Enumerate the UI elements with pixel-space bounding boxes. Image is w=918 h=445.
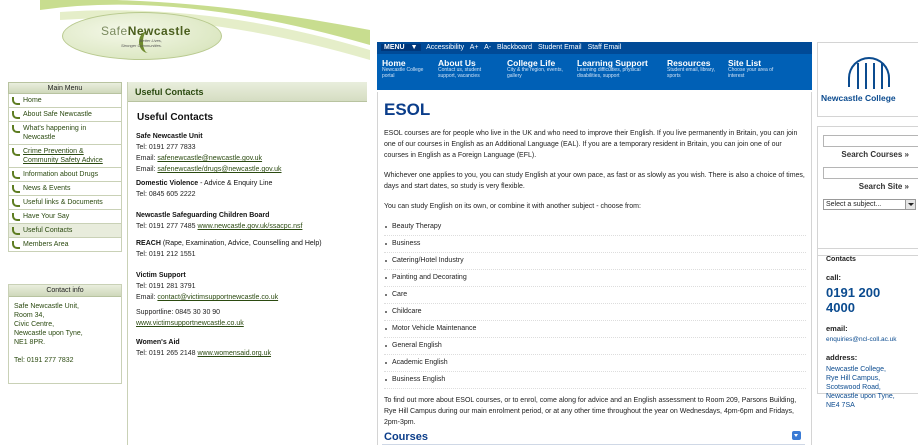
main-menu: Main Menu Home About Safe Newcastle What… <box>8 82 122 252</box>
nav-resources[interactable]: Resources Student email, library, sports <box>667 59 715 79</box>
contact-info-body: Safe Newcastle Unit, Room 34, Civic Cent… <box>9 297 121 370</box>
right-sidebar: Newcastle College Search Courses » Searc… <box>817 42 918 445</box>
list-item: Business English <box>384 372 806 389</box>
nav-college-life[interactable]: College Life City & the region, events, g… <box>507 59 563 79</box>
subject-select[interactable]: Select a subject... <box>823 199 916 210</box>
logo-tagline: Better Lives, Stronger Communities. <box>121 38 162 48</box>
contact-info-box: Contact info Safe Newcastle Unit, Room 3… <box>8 284 122 384</box>
subject-list: Beauty Therapy Business Catering/Hotel I… <box>384 219 806 389</box>
accessibility-link[interactable]: Accessibility <box>426 44 464 51</box>
email-link[interactable]: contact@victimsupportnewcastle.co.uk <box>157 294 278 301</box>
search-courses-input[interactable] <box>823 135 918 147</box>
list-item: Care <box>384 287 806 304</box>
list-item: Childcare <box>384 304 806 321</box>
list-item: Beauty Therapy <box>384 219 806 236</box>
expand-courses-icon[interactable] <box>792 431 801 440</box>
search-site-button[interactable]: Search Site » <box>823 182 913 191</box>
chevron-down-icon <box>905 200 915 209</box>
top-menubar: MENU ▼ Accessibility A+ A- Blackboard St… <box>377 42 812 54</box>
web-link[interactable]: www.womensaid.org.uk <box>198 350 272 357</box>
web-link[interactable]: www.newcastle.gov.uk/ssacpc.nsf <box>198 223 303 230</box>
enrol-paragraph: To find out more about ESOL courses, or … <box>384 397 797 426</box>
menu-item-drugs[interactable]: Information about Drugs <box>8 168 122 182</box>
main-menu-title: Main Menu <box>8 82 122 94</box>
menu-button[interactable]: MENU ▼ <box>381 44 421 51</box>
menu-item-about[interactable]: About Safe Newcastle <box>8 108 122 122</box>
page-title: Useful Contacts <box>137 112 214 123</box>
search-courses-button[interactable]: Search Courses » <box>823 150 913 159</box>
staff-email-link[interactable]: Staff Email <box>588 44 622 51</box>
web-link[interactable]: www.victimsupportnewcastle.co.uk <box>136 318 359 329</box>
contacts-panel: Contacts call: 0191 200 4000 email: enqu… <box>817 248 918 409</box>
safe-newcastle-logo[interactable]: SafeNewcastle Better Lives, Stronger Comm… <box>62 12 222 60</box>
menu-item-news[interactable]: News & Events <box>8 182 122 196</box>
menu-item-whats-happening[interactable]: What's happening in Newcastle <box>8 122 122 145</box>
menu-item-crime-prevention[interactable]: Crime Prevention & Community Safety Advi… <box>8 145 122 168</box>
arch-logo-icon <box>848 57 890 89</box>
email-link[interactable]: enquiries@ncl-coll.ac.uk <box>826 336 910 343</box>
text-smaller-link[interactable]: A- <box>484 44 491 51</box>
contact-info-tel: Tel: 0191 277 7832 <box>14 357 74 364</box>
nav-site-list[interactable]: Site List Choose your area of interest <box>728 59 780 79</box>
menu-item-useful-contacts[interactable]: Useful Contacts <box>8 224 122 238</box>
courses-heading: Courses <box>384 431 429 443</box>
list-item: Motor Vehicle Maintenance <box>384 321 806 338</box>
search-panel: Search Courses » Search Site » Select a … <box>817 126 918 256</box>
useful-contacts-header: Useful Contacts <box>128 82 367 102</box>
main-navbar: Home Newcastle College portal About Us Con… <box>377 54 812 90</box>
nav-home[interactable]: Home Newcastle College portal <box>382 59 426 79</box>
menu-item-members[interactable]: Members Area <box>8 238 122 252</box>
student-email-link[interactable]: Student Email <box>538 44 582 51</box>
snc-header: SafeNewcastle Better Lives, Stronger Comm… <box>0 0 370 80</box>
email-link[interactable]: safenewcastle@newcastle.gov.uk <box>157 155 262 162</box>
address: Newcastle College, Rye Hill Campus, Scot… <box>826 366 895 409</box>
blackboard-link[interactable]: Blackboard <box>497 44 532 51</box>
list-item: Catering/Hotel Industry <box>384 253 806 270</box>
text-larger-link[interactable]: A+ <box>470 44 479 51</box>
email-link[interactable]: safenewcastle/drugs@newcastle.gov.uk <box>157 166 281 173</box>
useful-contacts-body: Useful Contacts Safe Newcastle Unit Tel:… <box>128 102 367 367</box>
flexibility-paragraph: Whichever one applies to you, you can st… <box>384 172 805 190</box>
nav-learning-support[interactable]: Learning Support Learning difficulties, p… <box>577 59 665 79</box>
menu-item-have-your-say[interactable]: Have Your Say <box>8 210 122 224</box>
subjects-intro: You can study English on its own, or com… <box>384 203 641 210</box>
newcastle-college-logo[interactable]: Newcastle College <box>817 42 918 117</box>
list-item: Business <box>384 236 806 253</box>
list-item: Painting and Decorating <box>384 270 806 287</box>
menu-item-useful-links[interactable]: Useful links & Documents <box>8 196 122 210</box>
phone-number: 0191 200 4000 <box>826 285 881 315</box>
contact-info-title: Contact info <box>9 285 121 297</box>
logo-name: Newcastle College <box>821 93 896 103</box>
logo-text: SafeNewcastle <box>101 24 191 38</box>
useful-contacts-panel: Useful Contacts Useful Contacts Safe New… <box>127 82 367 445</box>
esol-title: ESOL <box>384 100 431 119</box>
menu-item-home[interactable]: Home <box>8 94 122 108</box>
nav-about-us[interactable]: About Us Contact us, student support, vac… <box>438 59 494 79</box>
intro-paragraph: ESOL courses are for people who live in … <box>384 130 798 159</box>
esol-content: ESOL ESOL courses are for people who liv… <box>377 92 812 445</box>
list-item: General English <box>384 338 806 355</box>
list-item: Academic English <box>384 355 806 372</box>
search-site-input[interactable] <box>823 167 918 179</box>
